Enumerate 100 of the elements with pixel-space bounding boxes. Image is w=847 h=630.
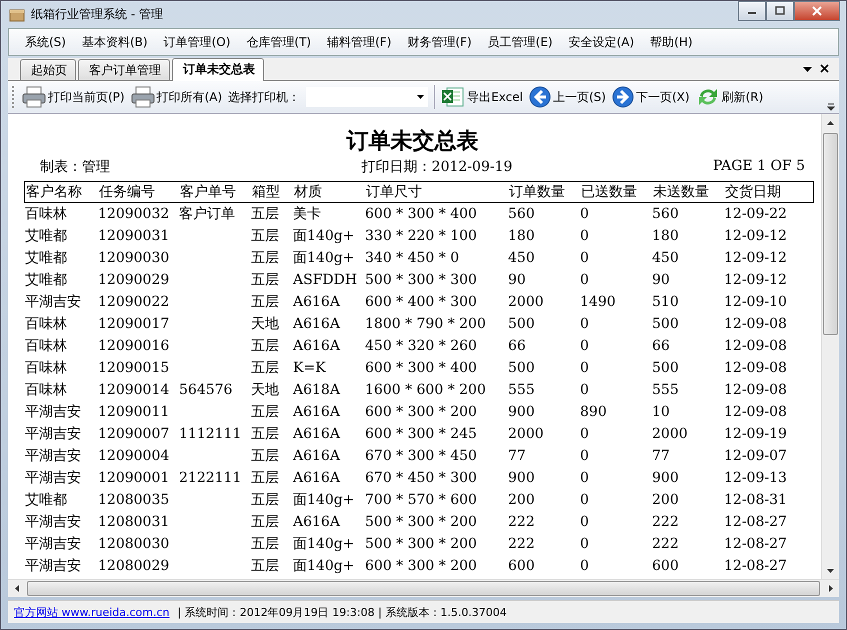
table-cell-text: A616A [292,470,342,486]
column-header: 已送数量 [580,183,638,201]
down-arrow-icon [827,568,834,572]
table-cell-text: 670 * 300 * 450 [364,448,478,464]
tab[interactable]: 客户订单管理 [78,59,170,80]
table-cell-text: A616A [292,404,342,420]
table-cell-text: 500 [507,360,536,376]
vertical-scrollbar[interactable] [821,114,839,579]
table-cell-text: 五层 [250,271,280,289]
table-cell-text: 700 * 570 * 600 [364,492,478,508]
table-cell-text: 0 [579,492,590,508]
tab[interactable]: 起始页 [20,59,76,80]
menu-item[interactable]: 基本资料(B) [74,34,156,50]
table-cell-text: 90 [507,272,527,288]
table-cell-text: 600 * 300 * 245 [364,426,478,442]
table-cell-text: 180 [507,228,536,244]
dropdown-icon [803,67,812,73]
table-cell-text: 12090022 [97,294,170,310]
table-cell-text: 五层 [250,491,280,509]
table-cell-text: 0 [579,426,590,442]
menu-item[interactable]: 辅料管理(F) [319,34,400,50]
table-cell-text: 900 [651,470,680,486]
table-cell-text: 平湖吉安 [24,513,82,531]
spreadsheet-icon [441,86,466,108]
table-cell-text: 百味林 [24,205,68,223]
table-cell-text: 12080030 [97,536,170,552]
table-cell-text: 百味林 [24,381,68,399]
table-cell-text: 2000 [507,426,545,442]
table-cell-text: 12080029 [97,558,170,574]
table-cell-text: 12-09-08 [723,382,788,398]
table-cell-text: 450 [507,250,536,266]
table-cell-text: 0 [579,272,590,288]
table-cell-text: 450 [651,250,680,266]
table-cell-text: 12090011 [97,404,170,420]
table-cell-text: 12-09-12 [723,228,788,244]
menu-item[interactable]: 财务管理(F) [399,34,480,50]
table-cell-text: 0 [579,338,590,354]
table-cell-text: 百味林 [24,315,68,333]
table-cell-text: 66 [651,338,671,354]
column-header: 箱型 [251,183,281,201]
table-cell-text: 五层 [250,359,280,377]
table-cell-text: 12-09-13 [723,470,788,486]
table-cell-text: 客户订单 [178,205,236,223]
table-cell-text: 五层 [250,557,280,575]
table-cell-text: 900 [507,470,536,486]
table-cell-text: 0 [579,558,590,574]
table-cell-text: 五层 [250,425,280,443]
scroll-thumb[interactable] [823,133,838,335]
horizontal-scrollbar[interactable] [8,579,839,597]
table-cell-text: 500 [651,316,680,332]
table-cell-text: 五层 [250,513,280,531]
toolbar-button[interactable]: 打印当前页(P) [22,86,125,108]
table-cell-text: 600 * 300 * 400 [364,206,478,222]
table-cell-text: A618A [292,382,342,398]
table-cell-text: 12-08-27 [723,536,788,552]
column-header: 未送数量 [652,183,710,201]
column-header: 订单数量 [508,183,566,201]
minimize-button[interactable] [738,1,766,21]
menu-item[interactable]: 帮助(H) [642,34,701,50]
menu-item[interactable]: 系统(S) [17,34,74,50]
table-cell-text: 555 [651,382,680,398]
table-cell-text: 艾唯都 [24,491,68,509]
toolbar-button[interactable]: 下一页(X) [612,86,690,108]
website-link[interactable]: 官方网站 www.rueida.com.cn [14,604,170,620]
menu-item[interactable]: 仓库管理(T) [238,34,320,50]
table-cell-text: 12080035 [97,492,170,508]
table-cell-text: 0 [579,470,590,486]
table-cell-text: 平湖吉安 [24,403,82,421]
table-cell-text: 600 [651,558,680,574]
table-cell-text: ASFDDH [292,272,358,288]
page-number: PAGE 1 OF 5 [712,158,806,176]
table-cell-text: 12090032 [97,206,170,222]
up-arrow-icon [827,120,834,124]
menu-item[interactable]: 安全设定(A) [560,34,642,50]
maximize-button[interactable] [766,1,794,21]
tab[interactable]: 订单未交总表 [172,58,264,81]
left-arrow-icon [14,585,18,592]
table-cell-text: 670 * 450 * 300 [364,470,478,486]
table-cell-text: 12090029 [97,272,170,288]
menu-item[interactable]: 订单管理(O) [156,34,238,50]
table-cell-text: 12-09-08 [723,338,788,354]
scroll-thumb[interactable] [27,581,820,596]
toolbar-button[interactable]: 导出Excel [441,86,523,108]
table-cell-text: 12-08-31 [723,492,788,508]
toolbar-button[interactable]: 刷新(R) [696,86,764,108]
menu-item[interactable]: 员工管理(E) [480,34,561,50]
report-author: 制表：管理 [40,158,111,176]
window-title: 纸箱行业管理系统 - 管理 [31,6,164,23]
table-cell-text: 1800 * 790 * 200 [364,316,487,332]
printer-icon [130,86,155,108]
table-cell-text: 平湖吉安 [24,425,82,443]
table-cell-text: 12-08-27 [723,514,788,530]
table-cell-text: 五层 [250,293,280,311]
toolbar-button[interactable]: 上一页(S) [528,86,606,108]
table-cell-text: 560 [651,206,680,222]
close-button[interactable] [794,1,840,21]
toolbar-button[interactable]: 打印所有(A) [130,86,222,108]
table-cell-text: 200 [507,492,536,508]
table-cell-text: 面140g+ [292,227,356,245]
table-cell-text: 600 [507,558,536,574]
